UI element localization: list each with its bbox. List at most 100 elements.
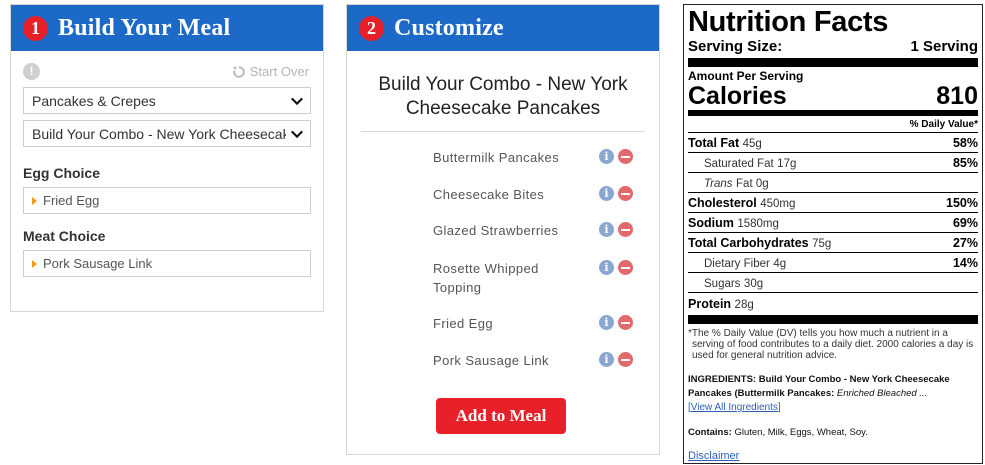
nutrient-amount: 75g [812,237,832,250]
remove-icon[interactable] [618,260,633,275]
build-meal-title: Build Your Meal [58,14,231,41]
nutrient-row-saturated-fat: Saturated Fat 17g 85% [688,153,978,173]
nutrient-amount: 17g [777,157,797,170]
serving-size-label: Serving Size: [688,38,783,55]
nutrient-dv: 150% [946,195,978,210]
ingredient-row: Cheesecake Bites i [433,185,633,204]
nutrient-dv: 69% [952,215,978,230]
category-select[interactable]: Pancakes & Crepes [23,87,311,114]
ingredient-name: Pork Sausage Link [433,353,549,368]
serving-size-value: 1 Serving [910,38,978,55]
nutrient-row-cholesterol: Cholesterol 450mg 150% [688,193,978,213]
nutrient-amount: 45g [742,137,762,150]
calories-value: 810 [936,82,978,110]
nutrient-amount: 450mg [760,197,796,210]
step-number-badge: 2 [359,15,384,41]
meat-choice-label: Meat Choice [23,228,106,244]
ingredients-text: INGREDIENTS: Build Your Combo - New York… [688,373,978,415]
chevron-down-icon [291,130,303,138]
nutrient-name: Cholesterol [688,195,757,210]
customize-header: 2 Customize [347,5,659,51]
remove-icon[interactable] [618,186,633,201]
nutrient-row-total-fat: Total Fat 45g 58% [688,133,978,153]
ingredient-name: Fried Egg [433,316,493,331]
nutrient-name: Protein [688,297,732,311]
ingredients-label: INGREDIENTS: [688,374,757,385]
nutrient-name: Total Carbohydrates [688,235,809,250]
nutrient-amount: 28g [734,299,754,311]
step-number-badge: 1 [23,15,48,41]
start-over-label: Start Over [249,64,309,79]
nutrient-dv: 58% [952,135,978,150]
refresh-icon [232,65,245,78]
nutrient-row-sugars: Sugars 30g [688,273,978,293]
contains-label: Contains: [688,427,732,438]
nutrient-amount: 30g [743,277,764,290]
nutrient-name: Dietary Fiber [704,257,770,270]
ingredient-row: Buttermilk Pancakes i [433,148,633,167]
info-icon[interactable]: i [599,315,614,330]
nutrient-name: Sodium [688,215,734,230]
calories-row: Calories 810 [688,83,978,116]
info-icon[interactable]: ! [23,63,40,80]
remove-icon[interactable] [618,222,633,237]
egg-choice-label: Egg Choice [23,165,101,181]
divider [361,131,645,132]
contains-value: Gluten, Milk, Eggs, Wheat, Soy. [734,427,868,438]
caret-right-icon [32,196,37,205]
caret-right-icon [32,259,37,268]
info-icon[interactable]: i [599,222,614,237]
remove-icon[interactable] [618,352,633,367]
combo-title: Build Your Combo - New York Cheesecake P… [378,74,628,119]
nutrient-row-total-carbohydrates: Total Carbohydrates 75g 27% [688,233,978,253]
nutrient-name: Sugars [704,277,741,290]
add-to-meal-button[interactable]: Add to Meal [436,398,566,434]
nutrient-name: Trans [704,177,733,190]
view-all-ingredients-link[interactable]: [View All Ingredients] [688,402,781,413]
ingredient-row: Fried Egg i [433,314,633,333]
info-icon[interactable]: i [599,186,614,201]
egg-choice-value: Fried Egg [43,193,100,208]
remove-icon[interactable] [618,149,633,164]
ingredient-row: Glazed Strawberries i [433,221,633,240]
start-over-button[interactable]: Start Over [232,64,309,79]
category-select-value: Pancakes & Crepes [32,92,156,109]
amount-per-serving: Amount Per Serving [688,69,804,83]
nutrient-row-trans-fat: Trans Fat 0g [688,173,978,193]
disclaimer-link[interactable]: Disclaimer [688,450,739,462]
nutrient-row-sodium: Sodium 1580mg 69% [688,213,978,233]
build-meal-panel: 1 Build Your Meal ! Start Over Pancakes … [10,4,324,312]
nutrient-dv: 14% [952,255,978,270]
remove-icon[interactable] [618,315,633,330]
meat-choice-value: Pork Sausage Link [43,256,153,271]
ingredient-row: Pork Sausage Link i [433,351,633,370]
calories-label: Calories [688,82,787,110]
customize-title: Customize [394,14,504,41]
info-icon[interactable]: i [599,352,614,367]
ingredients-italic: Enriched Bleached ... [836,388,928,399]
ingredient-name: Rosette Whipped Topping [433,261,539,295]
build-meal-header: 1 Build Your Meal [11,5,323,51]
ingredient-name: Buttermilk Pancakes [433,150,560,165]
nutrition-title: Nutrition Facts [688,6,889,38]
view-all-label: View All Ingredients [690,402,778,413]
nutrient-name: Total Fat [688,135,740,150]
nutrient-row-protein: Protein 28g [688,293,978,324]
egg-choice-option[interactable]: Fried Egg [23,187,311,214]
nutrient-dv: 27% [952,235,978,250]
allergens-text: Contains: Gluten, Milk, Eggs, Wheat, Soy… [688,427,978,438]
item-select[interactable]: Build Your Combo - New York Cheesecake P… [23,120,311,147]
nutrition-facts-panel: Nutrition Facts Serving Size: 1 Serving … [683,4,983,464]
daily-value-footnote: *The % Daily Value (DV) tells you how mu… [688,328,974,361]
nutrient-amount: 4g [773,257,787,270]
nutrient-dv: 85% [952,155,978,170]
ingredient-name: Glazed Strawberries [433,223,559,238]
info-icon[interactable]: i [599,260,614,275]
ingredient-row: Rosette Whipped Topping i [433,259,633,297]
nutrient-amount: 1580mg [737,217,779,230]
customize-panel: 2 Customize Build Your Combo - New York … [346,4,660,455]
meat-choice-option[interactable]: Pork Sausage Link [23,250,311,277]
info-icon[interactable]: i [599,149,614,164]
serving-size-row: Serving Size: 1 Serving [688,38,978,67]
ingredient-name: Cheesecake Bites [433,187,545,202]
